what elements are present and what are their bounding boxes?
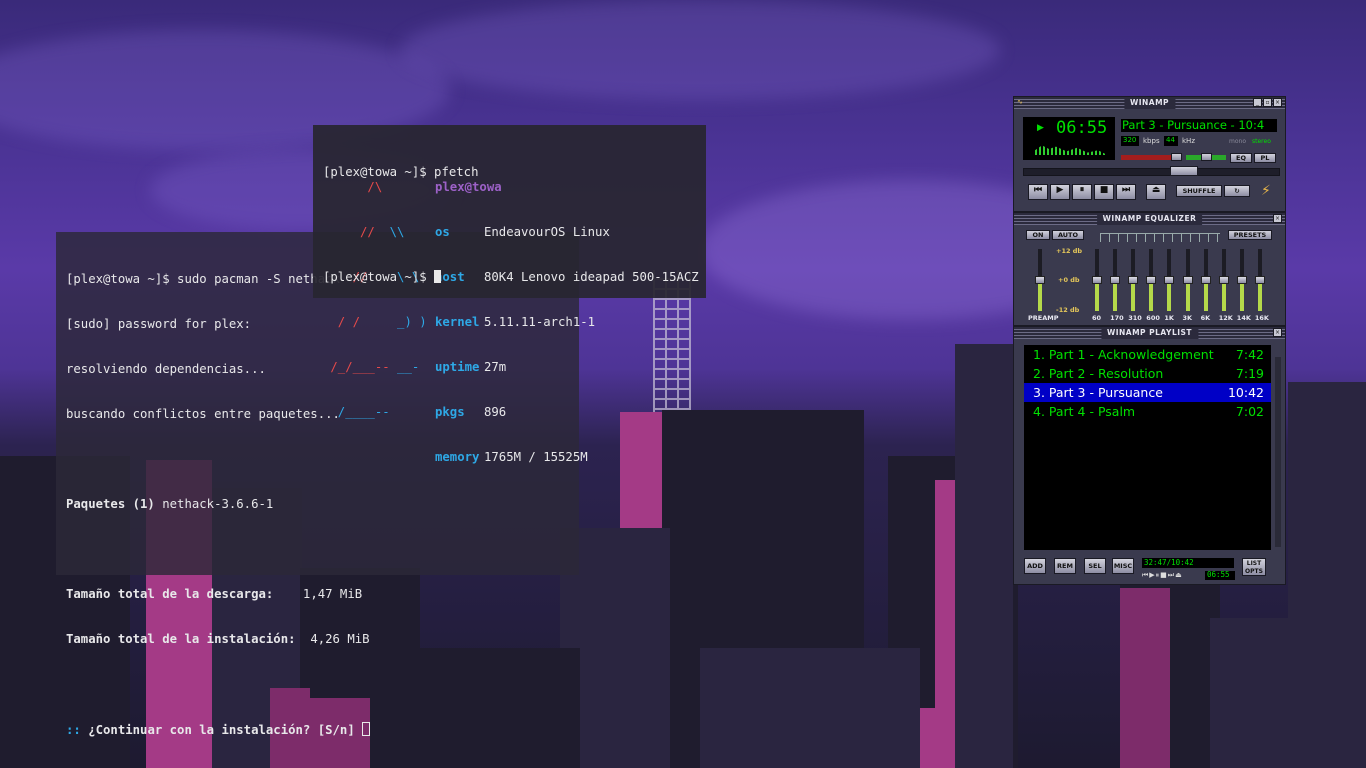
playlist-misc-button[interactable]: MISC	[1112, 558, 1134, 574]
time-display[interactable]: 06:55	[1056, 118, 1107, 138]
eq-presets-button[interactable]: PRESETS	[1228, 230, 1272, 240]
user-host: plex@towa	[435, 180, 502, 194]
db-zero-label: +0 db	[1058, 276, 1080, 284]
terminal-line-download-size: Tamaño total de la descarga: 1,47 MiB	[66, 587, 363, 601]
visualizer-display[interactable]: ▶ 06:55	[1023, 117, 1115, 160]
seek-knob[interactable]	[1170, 166, 1198, 176]
playlist-item[interactable]: 2. Part 2 - Resolution 7:19	[1024, 364, 1271, 383]
preamp-label: PREAMP	[1028, 314, 1059, 322]
info-row: os EndeavourOS Linux	[435, 225, 610, 239]
terminal-cursor	[434, 270, 442, 283]
playlist-item[interactable]: 4. Part 4 - Psalm 7:02	[1024, 402, 1271, 421]
db-minus-label: -12 db	[1056, 306, 1080, 314]
eq-band-label: 170	[1110, 314, 1124, 322]
winamp-about-icon[interactable]: ⚡	[1261, 183, 1271, 199]
eq-band-slider-600[interactable]	[1146, 249, 1157, 311]
shuffle-button[interactable]: SHUFFLE	[1176, 185, 1222, 197]
eq-band-label: 12K	[1218, 314, 1233, 322]
khz-value: 44	[1166, 136, 1175, 144]
minimize-icon[interactable]: _	[1253, 98, 1262, 107]
info-row: pkgs 896	[435, 405, 507, 419]
eq-band-slider-1K[interactable]	[1164, 249, 1175, 311]
preamp-slider[interactable]	[1035, 249, 1045, 311]
playlist-time-display: 32:47/10:42	[1142, 558, 1234, 568]
playlist-item-selected[interactable]: 3. Part 3 - Pursuance 10:42	[1024, 383, 1271, 402]
song-ticker[interactable]: Part 3 - Pursuance - 10:4	[1121, 118, 1277, 132]
playlist-select-button[interactable]: SEL	[1084, 558, 1106, 574]
winamp-equalizer-window[interactable]: WINAMP EQUALIZER × ON AUTO PRESETS +12 d…	[1013, 212, 1286, 326]
repeat-button[interactable]: ↻	[1224, 185, 1250, 197]
eq-auto-button[interactable]: AUTO	[1052, 230, 1084, 240]
winamp-titlebar[interactable]: ∿ WINAMP _ ▫ ×	[1014, 97, 1285, 109]
shade-icon[interactable]: ▫	[1263, 98, 1272, 107]
terminal-line-prompt: :: ¿Continuar con la instalación? [S/n]	[66, 722, 579, 737]
system-info: plex@towa os EndeavourOS Linux host 80K4 L…	[435, 150, 699, 495]
terminal-line-install-size: Tamaño total de la instalación: 4,26 MiB	[66, 632, 370, 646]
close-icon[interactable]: ×	[1273, 214, 1282, 223]
playlist-item[interactable]: 1. Part 1 - Acknowledgement 7:42	[1024, 345, 1271, 364]
close-icon[interactable]: ×	[1273, 328, 1282, 337]
info-row: kernel 5.11.11-arch1-1	[435, 315, 596, 329]
play-button[interactable]: ▶	[1050, 184, 1070, 200]
eq-band-label: 1K	[1164, 314, 1174, 322]
db-plus-label: +12 db	[1056, 247, 1083, 255]
info-row: host 80K4 Lenovo ideapad 500-15ACZ	[435, 270, 699, 284]
khz-label: kHz	[1182, 137, 1195, 145]
eq-band-label: 3K	[1182, 314, 1193, 322]
playlist-add-button[interactable]: ADD	[1024, 558, 1046, 574]
terminal-prompt: [plex@towa ~]$	[323, 270, 442, 285]
eq-band-slider-12K[interactable]	[1218, 249, 1229, 311]
eq-toggle-button[interactable]: EQ	[1230, 153, 1252, 163]
eq-band-slider-16K[interactable]	[1254, 249, 1265, 311]
kbps-label: kbps	[1143, 137, 1160, 145]
eq-band-slider-3K[interactable]	[1182, 249, 1193, 311]
eq-band-label: 60	[1092, 314, 1102, 322]
playlist-list[interactable]: 1. Part 1 - Acknowledgement 7:42 2. Part …	[1024, 345, 1271, 550]
info-row: uptime 27m	[435, 360, 507, 374]
playlist-titlebar[interactable]: WINAMP PLAYLIST ×	[1014, 327, 1285, 339]
balance-knob[interactable]	[1201, 153, 1212, 161]
eq-band-slider-14K[interactable]	[1236, 249, 1247, 311]
terminal-window-pfetch[interactable]: [plex@towa ~]$ pfetch /\ // \\ // \ \ / …	[313, 125, 706, 464]
eq-on-button[interactable]: ON	[1026, 230, 1050, 240]
pl-toggle-button[interactable]: PL	[1254, 153, 1276, 163]
winamp-playlist-window[interactable]: WINAMP PLAYLIST × 1. Part 1 - Acknowledg…	[1013, 326, 1286, 585]
endeavouros-logo: /\ // \\ // \ \ / / _) ) /_/___-- __- /_…	[323, 180, 427, 419]
terminal-cursor	[362, 722, 371, 736]
playlist-mini-controls[interactable]: ⏮▶⏸■⏭⏏	[1142, 571, 1183, 580]
eq-band-label: 310	[1128, 314, 1142, 322]
stereo-indicator: stereo	[1252, 138, 1271, 145]
eject-button[interactable]: ⏏	[1146, 184, 1166, 200]
eq-band-label: 6K	[1200, 314, 1211, 322]
spectrum-analyzer	[1035, 145, 1105, 155]
winamp-logo-icon[interactable]: ∿	[1017, 99, 1025, 106]
eq-band-label: 16K	[1254, 314, 1269, 322]
volume-knob[interactable]	[1171, 153, 1182, 161]
eq-band-slider-60[interactable]	[1092, 249, 1102, 311]
playlist-scrollbar[interactable]	[1275, 357, 1281, 547]
playlist-list-options-button[interactable]: LIST OPTS	[1242, 558, 1266, 576]
kbps-value: 320	[1123, 136, 1137, 144]
eq-band-label: 600	[1146, 314, 1160, 322]
eq-band-label: 14K	[1236, 314, 1251, 322]
playlist-mini-time: 06:55	[1205, 570, 1235, 580]
eq-band-slider-6K[interactable]	[1200, 249, 1211, 311]
terminal-line-packages: Paquetes (1) nethack-3.6.6-1	[66, 497, 274, 511]
eq-band-slider-310[interactable]	[1128, 249, 1139, 311]
info-row: memory 1765M / 15525M	[435, 450, 588, 464]
mono-indicator: mono	[1229, 138, 1246, 145]
pause-button[interactable]: ⏸	[1072, 184, 1092, 200]
eq-curve-display	[1100, 233, 1220, 242]
eq-band-slider-170[interactable]	[1110, 249, 1121, 311]
stop-button[interactable]: ■	[1094, 184, 1114, 200]
close-icon[interactable]: ×	[1273, 98, 1282, 107]
play-indicator-icon: ▶	[1037, 123, 1044, 133]
equalizer-titlebar[interactable]: WINAMP EQUALIZER ×	[1014, 213, 1285, 225]
playlist-remove-button[interactable]: REM	[1054, 558, 1076, 574]
seek-bar[interactable]	[1023, 168, 1280, 176]
winamp-main-window[interactable]: ∿ WINAMP _ ▫ × ▶ 06:55 Part 3 - Pursuanc…	[1013, 96, 1286, 212]
next-button[interactable]: ⏭	[1116, 184, 1136, 200]
previous-button[interactable]: ⏮	[1028, 184, 1048, 200]
